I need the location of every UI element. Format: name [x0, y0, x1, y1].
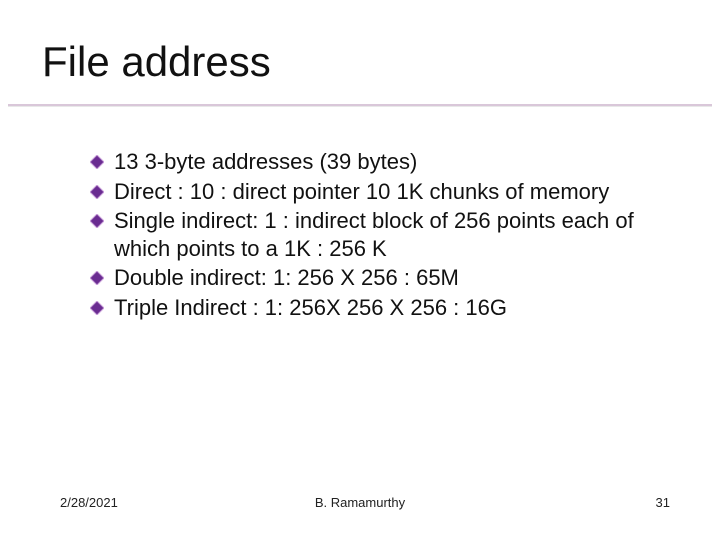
- title-underline-shadow: [8, 106, 712, 107]
- content-area: 13 3-byte addresses (39 bytes) Direct : …: [90, 148, 660, 323]
- bullet-text: Double indirect: 1: 256 X 256 : 65M: [114, 264, 660, 292]
- diamond-bullet-icon: [90, 155, 104, 169]
- list-item: Single indirect: 1 : indirect block of 2…: [90, 207, 660, 262]
- slide: File address 13 3-byte addresses (39 byt…: [0, 0, 720, 540]
- footer-page-number: 31: [656, 495, 670, 510]
- list-item: 13 3-byte addresses (39 bytes): [90, 148, 660, 176]
- footer-author: B. Ramamurthy: [0, 495, 720, 510]
- diamond-bullet-icon: [90, 301, 104, 315]
- diamond-bullet-icon: [90, 185, 104, 199]
- list-item: Triple Indirect : 1: 256X 256 X 256 : 16…: [90, 294, 660, 322]
- bullet-text: 13 3-byte addresses (39 bytes): [114, 148, 660, 176]
- bullet-text: Direct : 10 : direct pointer 10 1K chunk…: [114, 178, 660, 206]
- list-item: Direct : 10 : direct pointer 10 1K chunk…: [90, 178, 660, 206]
- diamond-bullet-icon: [90, 271, 104, 285]
- bullet-text: Triple Indirect : 1: 256X 256 X 256 : 16…: [114, 294, 660, 322]
- slide-title: File address: [42, 40, 271, 84]
- bullet-text: Single indirect: 1 : indirect block of 2…: [114, 207, 660, 262]
- list-item: Double indirect: 1: 256 X 256 : 65M: [90, 264, 660, 292]
- diamond-bullet-icon: [90, 214, 104, 228]
